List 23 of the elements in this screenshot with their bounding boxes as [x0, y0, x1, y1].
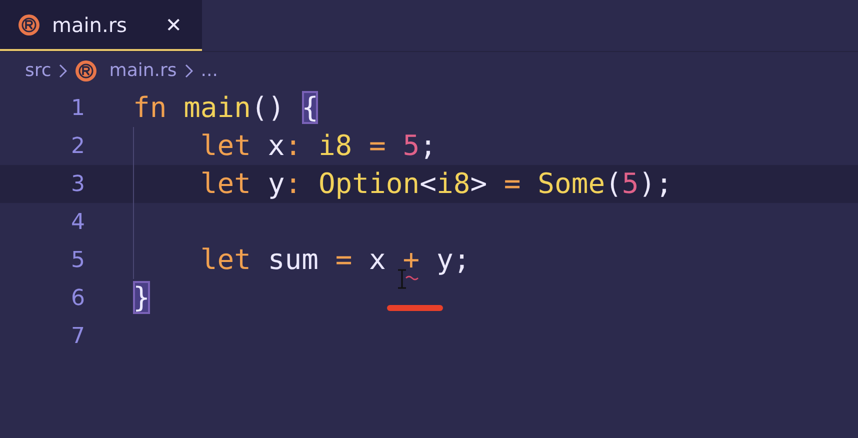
- close-button[interactable]: ✕: [161, 10, 186, 38]
- chevron-icon: [184, 64, 193, 78]
- code-line: let sum = x + y;: [133, 243, 470, 277]
- editor-tab[interactable]: main.rs ✕: [0, 0, 202, 51]
- text-cursor-icon: [397, 269, 407, 289]
- line-number: 5: [70, 248, 85, 272]
- breadcrumb-item[interactable]: main.rs: [109, 60, 177, 81]
- code-line: let x: i8 = 5;: [199, 129, 436, 163]
- breadcrumb-item[interactable]: ...: [200, 60, 218, 81]
- line-number: 4: [70, 210, 85, 234]
- line-number: 1: [70, 96, 85, 120]
- code-line: fn main() {: [133, 91, 318, 125]
- cog-icon: [75, 60, 98, 82]
- code-line: let y: Option<i8> = Some(5);: [199, 167, 672, 201]
- line-number: 3: [70, 172, 85, 196]
- annotation-underline: [387, 305, 443, 311]
- line-number: 6: [70, 286, 85, 310]
- error-squiggle-icon: [404, 275, 419, 281]
- breadcrumb-item[interactable]: src: [25, 60, 52, 81]
- cog-icon: [18, 14, 40, 36]
- chevron-icon: [59, 64, 68, 78]
- line-number: 7: [70, 324, 85, 348]
- line-number: 2: [70, 134, 85, 158]
